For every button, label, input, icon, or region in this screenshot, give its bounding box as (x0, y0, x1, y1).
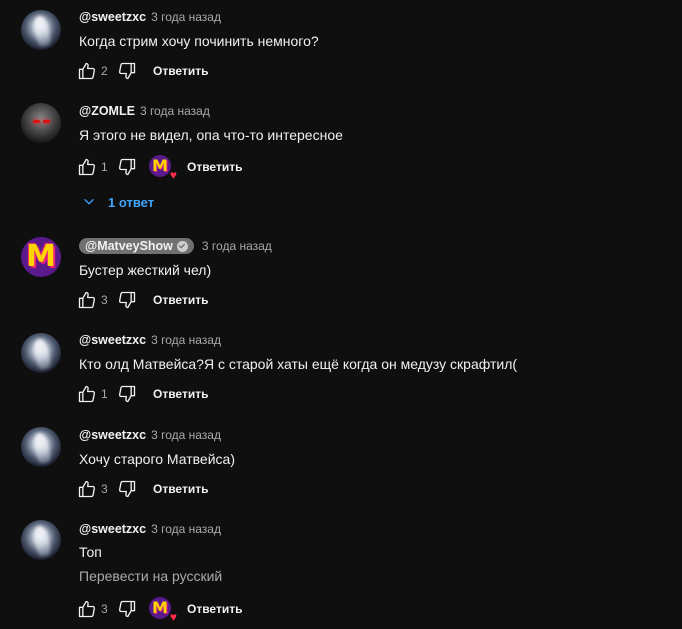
thumb-down-icon[interactable] (115, 597, 139, 621)
avatar[interactable]: M (21, 237, 61, 277)
heart-icon: ♥ (169, 168, 177, 182)
comment-author[interactable]: @sweetzxc (79, 333, 146, 347)
comment-time[interactable]: 3 года назад (151, 522, 221, 536)
avatar-eye (43, 120, 50, 123)
like-count: 3 (101, 482, 108, 496)
avatar[interactable] (21, 103, 61, 143)
thumb-up-icon[interactable] (75, 382, 99, 406)
reply-button[interactable]: Ответить (139, 59, 222, 83)
comment-text: Когда стрим хочу починить немного? (79, 33, 319, 49)
reply-button[interactable]: Ответить (173, 597, 256, 621)
creator-author-badge[interactable]: @MatveyShow (79, 238, 194, 254)
comment-text: Бустер жесткий чел) (79, 262, 212, 278)
comment-actions: 3 Ответить (75, 477, 222, 501)
creator-heart-badge: M ♥ (149, 597, 177, 623)
creator-heart-badge: M ♥ (149, 155, 177, 181)
show-replies-button[interactable]: 1 ответ (79, 191, 154, 213)
avatar[interactable] (21, 520, 61, 560)
reply-button[interactable]: Ответить (173, 155, 256, 179)
replies-count-label: 1 ответ (108, 194, 155, 210)
comment-text: Кто олд Матвейса?Я с старой хаты ещё ког… (79, 356, 518, 372)
avatar-letter: M (152, 156, 168, 175)
comment-author: @MatveyShow (85, 239, 173, 253)
thumb-down-icon[interactable] (115, 288, 139, 312)
comment-time[interactable]: 3 года назад (151, 333, 221, 347)
comment-time[interactable]: 3 года назад (151, 10, 221, 24)
comment-time[interactable]: 3 года назад (140, 104, 210, 118)
thumb-up-icon[interactable] (75, 597, 99, 621)
thumb-up-icon[interactable] (75, 59, 99, 83)
comment-actions: 1 Ответить (75, 382, 222, 406)
thumb-up-icon[interactable] (75, 288, 99, 312)
avatar-letter: M (152, 598, 168, 617)
like-count: 3 (101, 293, 108, 307)
avatar[interactable] (21, 333, 61, 373)
comment-actions: 3 Ответить (75, 288, 222, 312)
comment-author[interactable]: @sweetzxc (79, 522, 146, 536)
like-count: 1 (101, 160, 108, 174)
avatar-letter: M (26, 239, 56, 274)
like-count: 1 (101, 387, 108, 401)
avatar[interactable] (21, 10, 61, 50)
chevron-down-icon (82, 195, 96, 209)
thumb-down-icon[interactable] (115, 382, 139, 406)
comment-time[interactable]: 3 года назад (151, 428, 221, 442)
creator-avatar: M (149, 155, 171, 177)
comment-actions: 3 M ♥ Ответить (75, 597, 256, 623)
comment-author[interactable]: @ZOMLE (79, 104, 135, 118)
translate-link[interactable]: Перевести на русский (79, 568, 222, 584)
heart-icon: ♥ (169, 610, 177, 624)
comment-author[interactable]: @sweetzxc (79, 10, 146, 24)
avatar[interactable] (21, 427, 61, 467)
comment-actions: 2 Ответить (75, 59, 222, 83)
thumb-up-icon[interactable] (75, 477, 99, 501)
like-count: 2 (101, 64, 108, 78)
reply-button[interactable]: Ответить (139, 477, 222, 501)
comment-text: Я этого не видел, опа что-то интересное (79, 127, 343, 143)
avatar-eye (33, 120, 40, 123)
comment-actions: 1 M ♥ Ответить (75, 155, 256, 181)
creator-avatar: M (149, 597, 171, 619)
comment-author[interactable]: @sweetzxc (79, 428, 146, 442)
comment-text: Хочу старого Матвейса) (79, 451, 235, 467)
reply-button[interactable]: Ответить (139, 382, 222, 406)
comment-time[interactable]: 3 года назад (202, 239, 272, 253)
verified-check-icon (176, 240, 188, 252)
thumb-down-icon[interactable] (115, 155, 139, 179)
thumb-down-icon[interactable] (115, 477, 139, 501)
comment-text: Топ (79, 544, 102, 560)
thumb-down-icon[interactable] (115, 59, 139, 83)
reply-button[interactable]: Ответить (139, 288, 222, 312)
thumb-up-icon[interactable] (75, 155, 99, 179)
like-count: 3 (101, 602, 108, 616)
